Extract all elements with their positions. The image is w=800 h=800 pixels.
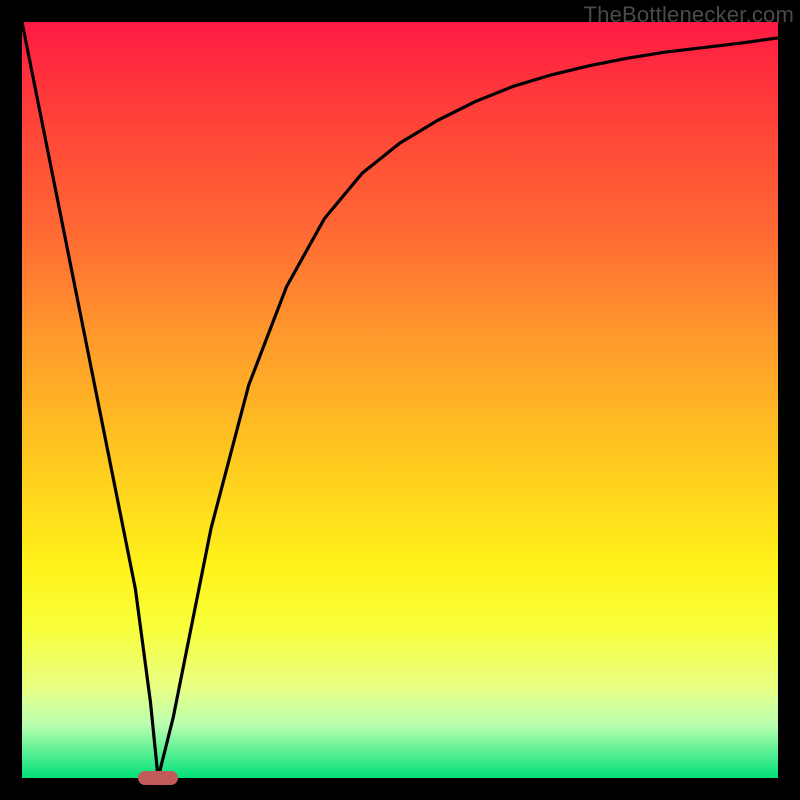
curve-path (22, 22, 778, 778)
watermark: TheBottlenecker.com (584, 2, 794, 28)
chart-frame: TheBottlenecker.com (0, 0, 800, 800)
bottleneck-curve (22, 22, 778, 778)
chart-plot-area (22, 22, 778, 778)
balance-marker (138, 771, 178, 785)
